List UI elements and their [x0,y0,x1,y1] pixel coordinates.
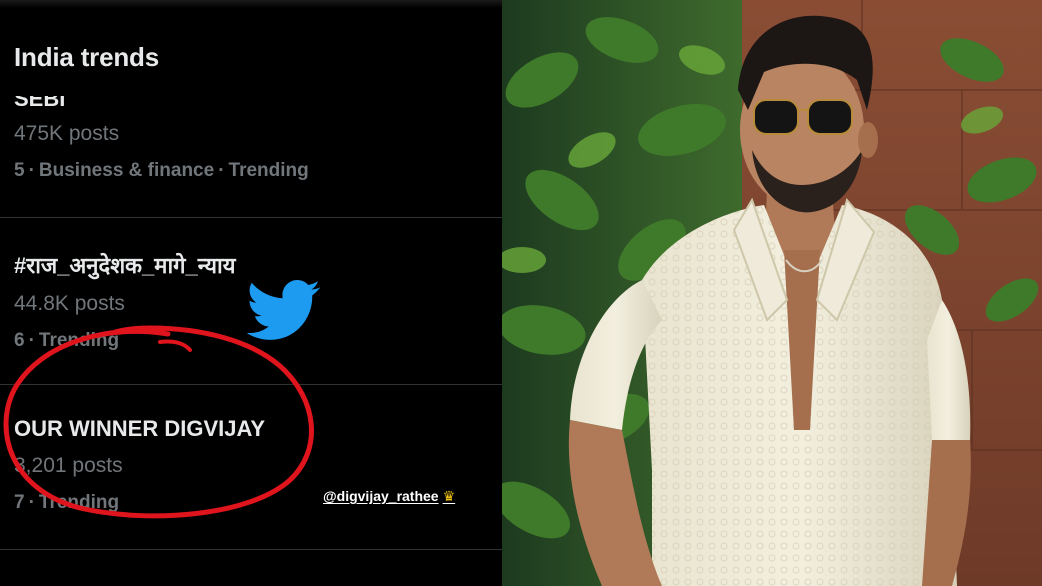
trend-name: SEBI [14,96,66,110]
divider [0,384,502,385]
crown-icon: ♛ [442,488,456,504]
trends-panel: India trends SEBI 475K posts 5 · Business … [0,0,502,586]
trend-rank: 6 [14,330,25,351]
instagram-handle-tag[interactable]: @digvijay_rathee ♛ [323,488,455,505]
person-photo-illustration [502,0,1042,586]
trend-post-count: 475K posts [14,122,120,145]
panel-title: India trends [14,42,159,72]
trend-name: #राज_अनुदेशक_मागे_न्याय [14,253,236,278]
trend-post-count: 3,201 posts [14,454,123,477]
trend-status: Trending [228,160,309,181]
top-strip [0,0,502,8]
trend-status: Trending [38,492,120,513]
handle-text: @digvijay_rathee [323,488,439,504]
trend-category: Business & finance [38,160,215,181]
promo-photo [502,0,1042,586]
divider [0,549,502,550]
twitter-bird-icon [246,280,320,340]
trend-meta: 5 · Business & finance · Trending [14,160,309,181]
trend-rank: 7 [14,492,25,513]
trend-item[interactable]: SEBI 475K posts 5 · Business & finance · Tre… [14,96,484,182]
trend-name: OUR WINNER DIGVIJAY [14,416,266,441]
divider [0,217,502,218]
trend-rank: 5 [14,160,25,181]
trend-status: Trending [38,330,120,351]
